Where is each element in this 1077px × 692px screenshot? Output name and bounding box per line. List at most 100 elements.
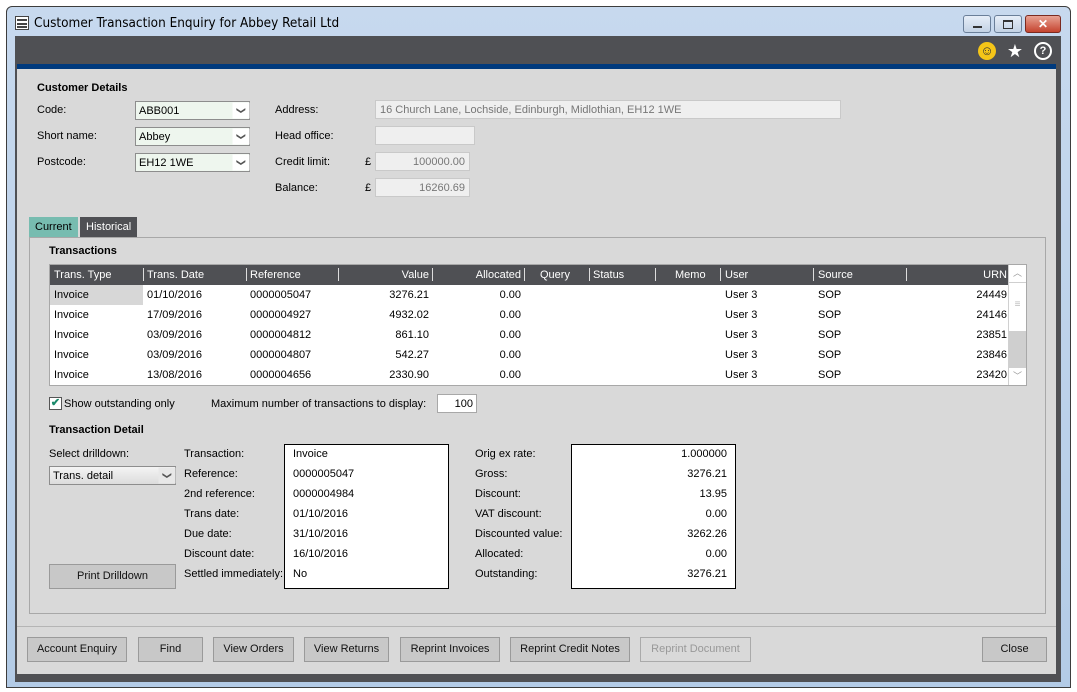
footer-divider <box>17 626 1056 627</box>
address-label: Address: <box>275 104 319 116</box>
cell-urn: 23846 <box>976 349 1007 361</box>
column-divider[interactable] <box>720 268 721 281</box>
tab-historical[interactable]: Historical <box>80 217 138 237</box>
col-trans-date[interactable]: Trans. Date <box>147 269 204 281</box>
show-outstanding-checkbox[interactable]: ✔ <box>49 397 62 410</box>
amount-value: 13.95 <box>699 488 727 500</box>
customer-details-heading: Customer Details <box>37 82 128 94</box>
col-query[interactable]: Query <box>540 269 570 281</box>
chevron-down-icon[interactable]: ❯ <box>232 154 250 171</box>
column-divider[interactable] <box>524 268 525 281</box>
col-reference[interactable]: Reference <box>250 269 301 281</box>
column-divider[interactable] <box>338 268 339 281</box>
table-row[interactable]: Invoice 01/10/2016 0000005047 3276.21 0.… <box>50 285 1009 305</box>
amount-label: Allocated: <box>475 548 524 560</box>
maximize-button[interactable] <box>994 15 1022 33</box>
cell-reference: 0000004812 <box>250 329 312 341</box>
detail-label: Trans date: <box>184 508 240 520</box>
col-trans-type[interactable]: Trans. Type <box>54 269 111 281</box>
col-memo[interactable]: Memo <box>675 269 706 281</box>
detail-label: Discount date: <box>184 548 255 560</box>
column-divider[interactable] <box>432 268 433 281</box>
cell-date: 01/10/2016 <box>147 289 203 301</box>
col-status[interactable]: Status <box>593 269 624 281</box>
col-allocated[interactable]: Allocated <box>476 269 521 281</box>
vertical-scrollbar[interactable]: ︿ ≡ ﹀ <box>1008 265 1026 385</box>
chevron-down-icon[interactable]: ❯ <box>232 102 250 119</box>
star-icon[interactable]: ★ <box>1006 41 1024 61</box>
cell-source: SOP <box>818 329 842 341</box>
cell-reference: 0000004807 <box>250 349 312 361</box>
minimize-button[interactable] <box>963 15 991 33</box>
column-divider[interactable] <box>906 268 907 281</box>
col-source[interactable]: Source <box>818 269 853 281</box>
select-drilldown-label: Select drilldown: <box>49 448 130 460</box>
transaction-detail-heading: Transaction Detail <box>49 424 144 436</box>
max-transactions-input[interactable]: 100 <box>437 394 477 413</box>
col-user[interactable]: User <box>725 269 748 281</box>
address-field: 16 Church Lane, Lochside, Edinburgh, Mid… <box>375 100 841 119</box>
postcode-combo[interactable]: EH12 1WE ❯ <box>135 153 250 172</box>
cell-value: 542.27 <box>395 349 429 361</box>
reprint-document-button[interactable]: Reprint Document <box>640 637 751 662</box>
scroll-up-icon[interactable]: ︿ <box>1009 265 1026 282</box>
cell-source: SOP <box>818 369 842 381</box>
transactions-grid[interactable]: Trans. Type Trans. Date Reference Value … <box>49 264 1027 386</box>
column-divider[interactable] <box>589 268 590 281</box>
cell-allocated: 0.00 <box>499 369 521 381</box>
cell-urn: 24146 <box>976 309 1007 321</box>
code-combo[interactable]: ABB001 ❯ <box>135 101 250 120</box>
amount-label: Gross: <box>475 468 508 480</box>
cell-value: 4932.02 <box>389 309 429 321</box>
help-icon[interactable]: ? <box>1034 42 1052 60</box>
reprint-credit-notes-button[interactable]: Reprint Credit Notes <box>510 637 630 662</box>
cell-date: 13/08/2016 <box>147 369 203 381</box>
col-urn[interactable]: URN <box>983 269 1007 281</box>
account-enquiry-button[interactable]: Account Enquiry <box>27 637 127 662</box>
col-value[interactable]: Value <box>402 269 429 281</box>
close-window-button[interactable]: ✕ <box>1025 15 1061 33</box>
short-name-label: Short name: <box>37 130 97 142</box>
cell-allocated: 0.00 <box>499 289 521 301</box>
table-row[interactable]: Invoice 13/08/2016 0000004656 2330.90 0.… <box>50 365 1009 385</box>
postcode-value: EH12 1WE <box>139 157 194 169</box>
short-name-combo[interactable]: Abbey ❯ <box>135 127 250 146</box>
column-divider[interactable] <box>655 268 656 281</box>
table-row[interactable]: Invoice 17/09/2016 0000004927 4932.02 0.… <box>50 305 1009 325</box>
tab-current[interactable]: Current <box>29 217 78 237</box>
drilldown-value: Trans. detail <box>53 470 114 482</box>
detail-label: 2nd reference: <box>184 488 255 500</box>
amount-label: Discount: <box>475 488 521 500</box>
view-returns-button[interactable]: View Returns <box>304 637 389 662</box>
table-row[interactable]: Invoice 03/09/2016 0000004812 861.10 0.0… <box>50 325 1009 345</box>
cell-reference: 0000005047 <box>250 289 312 301</box>
column-divider[interactable] <box>813 268 814 281</box>
smiley-icon[interactable]: ☺ <box>978 42 996 60</box>
credit-limit-field: 100000.00 <box>375 152 470 171</box>
short-name-value: Abbey <box>139 131 171 143</box>
detail-label: Reference: <box>184 468 238 480</box>
show-outstanding-label[interactable]: Show outstanding only <box>64 398 175 410</box>
print-drilldown-button[interactable]: Print Drilldown <box>49 564 176 589</box>
grid-header: Trans. Type Trans. Date Reference Value … <box>50 265 1009 285</box>
find-button[interactable]: Find <box>138 637 203 662</box>
drilldown-select[interactable]: Trans. detail ❯ <box>49 466 176 485</box>
detail-value: 01/10/2016 <box>293 508 349 520</box>
close-button[interactable]: Close <box>982 637 1047 662</box>
chevron-down-icon[interactable]: ❯ <box>158 467 176 484</box>
cell-allocated: 0.00 <box>499 309 521 321</box>
scroll-thumb[interactable]: ≡ <box>1009 283 1026 331</box>
column-divider[interactable] <box>143 268 144 281</box>
cell-type: Invoice <box>54 329 89 341</box>
column-divider[interactable] <box>246 268 247 281</box>
chevron-down-icon[interactable]: ❯ <box>232 128 250 145</box>
reprint-invoices-button[interactable]: Reprint Invoices <box>400 637 500 662</box>
table-row[interactable]: Invoice 03/09/2016 0000004807 542.27 0.0… <box>50 345 1009 365</box>
code-label: Code: <box>37 104 67 116</box>
scroll-down-icon[interactable]: ﹀ <box>1009 368 1026 385</box>
detail-value: 31/10/2016 <box>293 528 349 540</box>
head-office-field <box>375 126 475 145</box>
cell-user: User 3 <box>725 309 758 321</box>
cell-urn: 23851 <box>976 329 1007 341</box>
view-orders-button[interactable]: View Orders <box>213 637 294 662</box>
